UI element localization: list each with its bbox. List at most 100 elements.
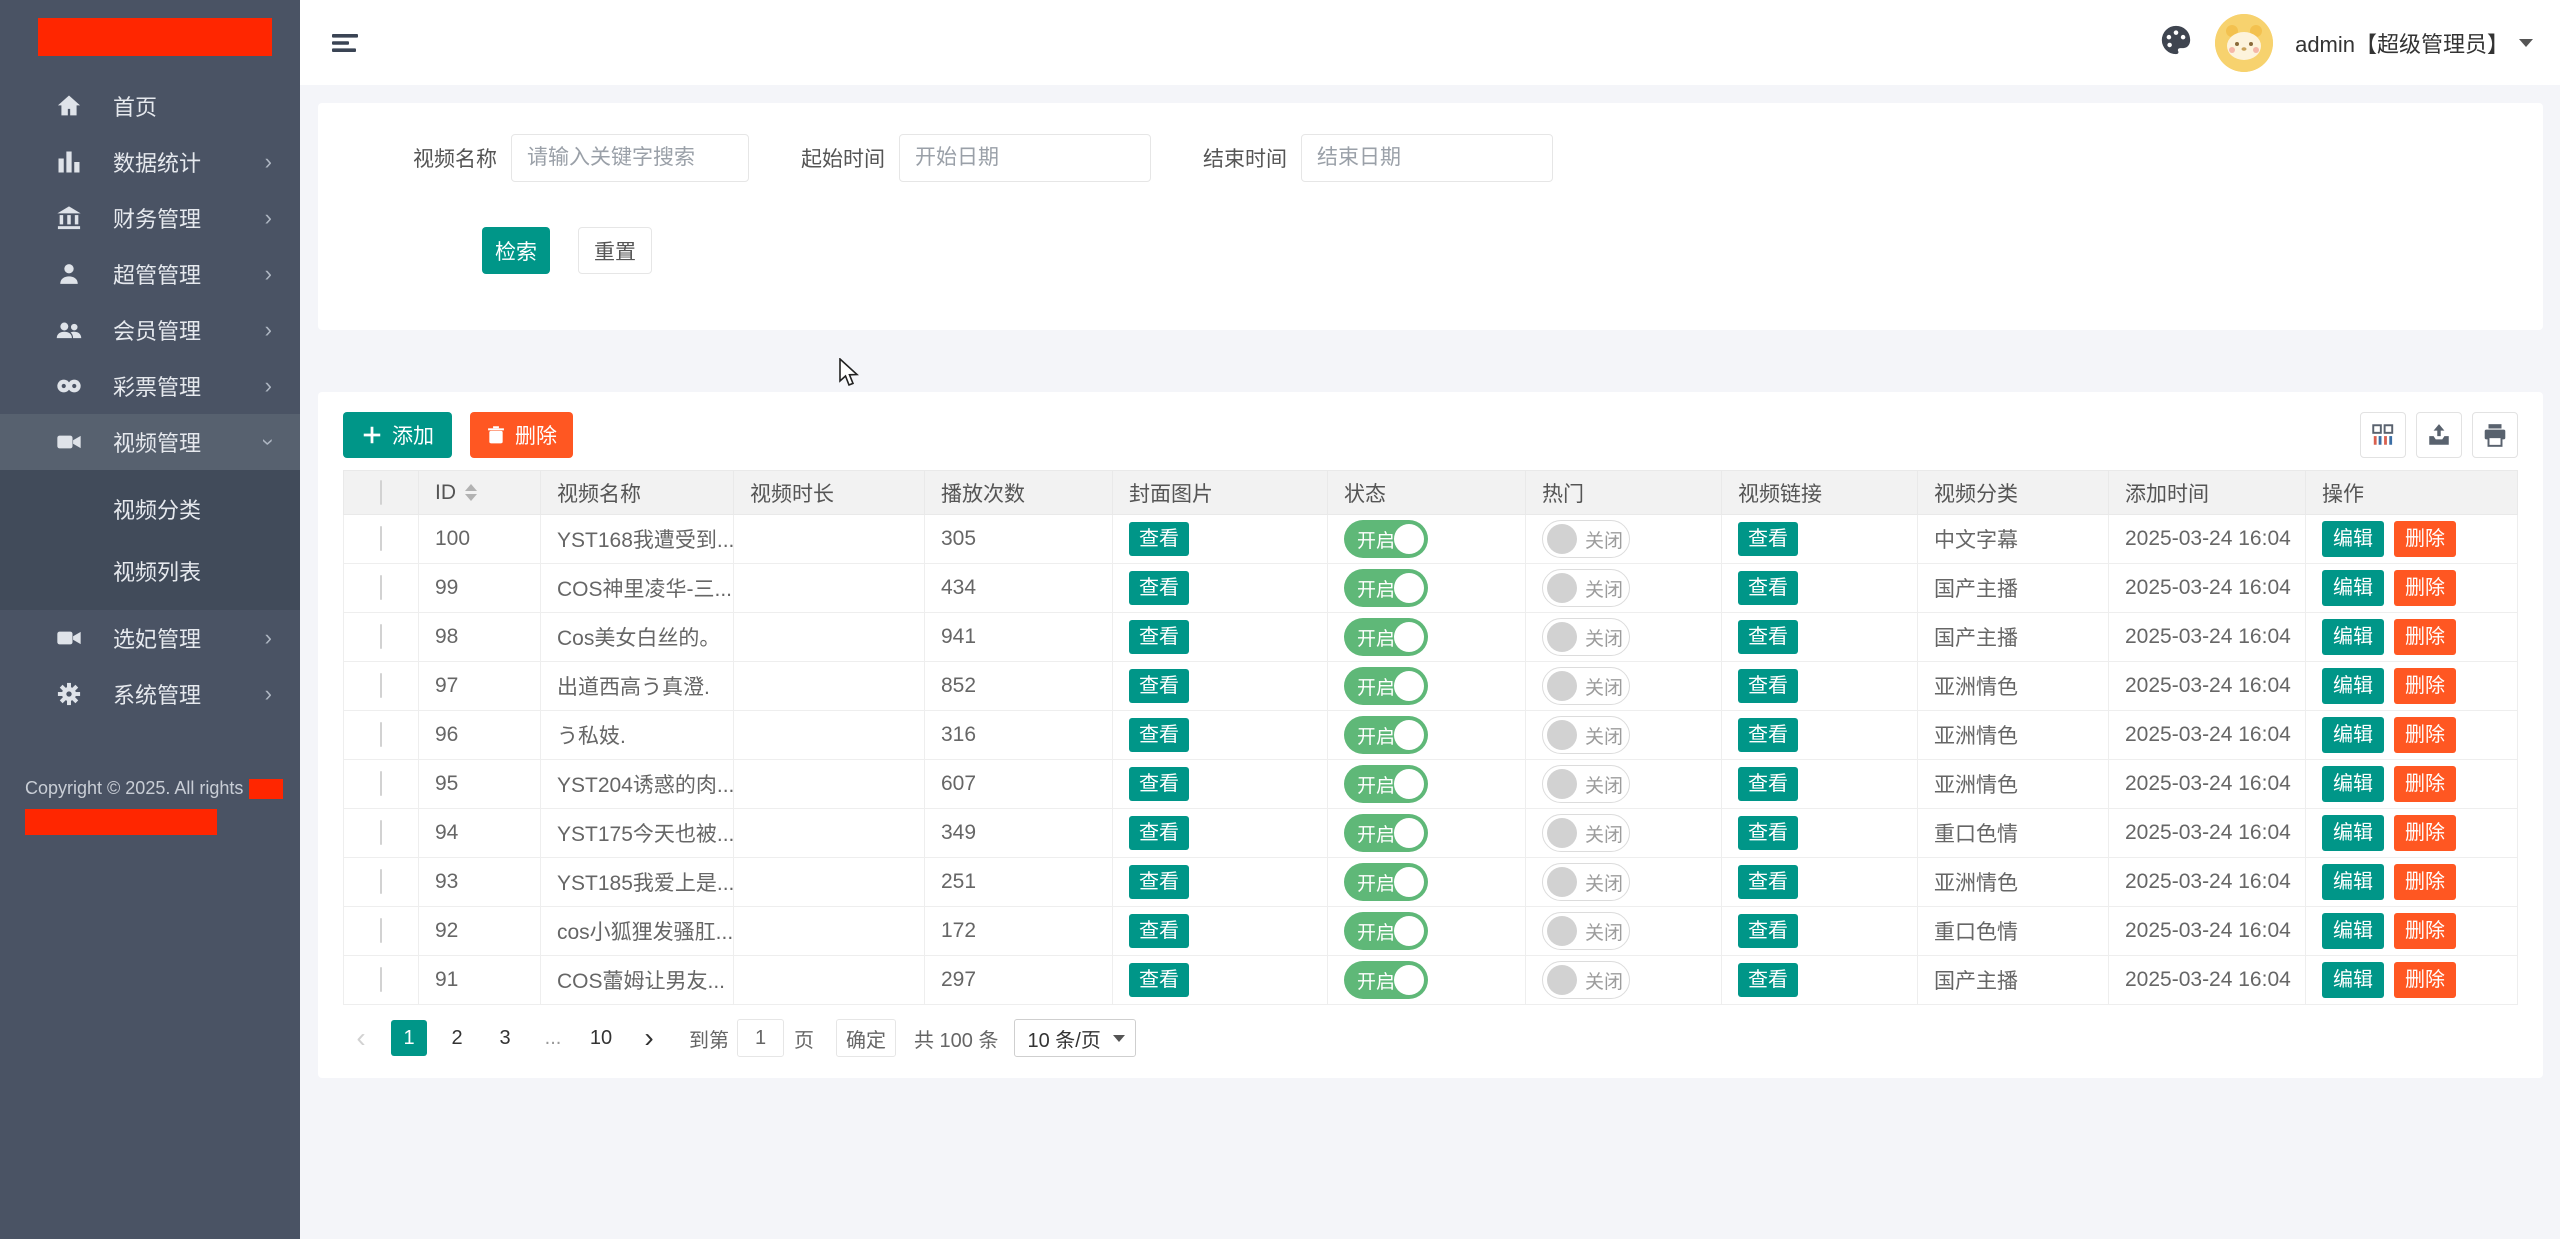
view-link-button[interactable]: 查看 [1738,571,1798,605]
delete-button[interactable]: 删除 [470,412,573,458]
hot-toggle-off[interactable]: 关闭 [1542,569,1630,607]
edit-button[interactable]: 编辑 [2322,913,2384,949]
view-cover-button[interactable]: 查看 [1129,571,1189,605]
row-checkbox[interactable] [380,918,382,943]
per-page-select[interactable]: 10 条/页 [1014,1019,1135,1057]
sidebar-item-superadmin[interactable]: 超管管理 › [0,246,300,302]
start-date-input[interactable] [899,134,1151,182]
prev-page-button[interactable]: ‹ [343,1020,379,1056]
view-cover-button[interactable]: 查看 [1129,865,1189,899]
edit-button[interactable]: 编辑 [2322,570,2384,606]
sidebar-item-stats[interactable]: 数据统计 › [0,134,300,190]
status-toggle-on[interactable]: 开启 [1344,863,1428,901]
view-cover-button[interactable]: 查看 [1129,522,1189,556]
hot-toggle-off[interactable]: 关闭 [1542,667,1630,705]
edit-button[interactable]: 编辑 [2322,962,2384,998]
hamburger-menu-icon[interactable] [330,28,364,58]
sidebar-item-finance[interactable]: 财务管理 › [0,190,300,246]
hot-toggle-off[interactable]: 关闭 [1542,716,1630,754]
edit-button[interactable]: 编辑 [2322,619,2384,655]
hot-toggle-off[interactable]: 关闭 [1542,912,1630,950]
add-button[interactable]: 添加 [343,412,452,458]
edit-button[interactable]: 编辑 [2322,766,2384,802]
hot-toggle-off[interactable]: 关闭 [1542,520,1630,558]
end-date-input[interactable] [1301,134,1553,182]
status-toggle-on[interactable]: 开启 [1344,912,1428,950]
view-cover-button[interactable]: 查看 [1129,718,1189,752]
row-delete-button[interactable]: 删除 [2394,570,2456,606]
status-toggle-on[interactable]: 开启 [1344,716,1428,754]
sidebar-item-xuanfei[interactable]: 选妃管理 › [0,610,300,666]
reset-button[interactable]: 重置 [578,227,652,274]
edit-button[interactable]: 编辑 [2322,717,2384,753]
row-checkbox[interactable] [380,673,382,698]
sidebar-item-system[interactable]: 系统管理 › [0,666,300,722]
goto-page-input[interactable] [737,1019,784,1057]
view-link-button[interactable]: 查看 [1738,669,1798,703]
video-name-input[interactable] [511,134,749,182]
status-toggle-on[interactable]: 开启 [1344,569,1428,607]
user-menu[interactable]: admin【超级管理员】 [2295,27,2533,59]
status-toggle-on[interactable]: 开启 [1344,961,1428,999]
sidebar-item-members[interactable]: 会员管理 › [0,302,300,358]
status-toggle-on[interactable]: 开启 [1344,618,1428,656]
view-cover-button[interactable]: 查看 [1129,963,1189,997]
theme-palette-icon[interactable] [2159,23,2193,63]
sidebar-item-video-list[interactable]: 视频列表 [0,540,300,602]
next-page-button[interactable]: › [631,1020,667,1056]
select-all-checkbox[interactable] [380,480,382,505]
edit-button[interactable]: 编辑 [2322,668,2384,704]
sidebar-item-lottery[interactable]: 彩票管理 › [0,358,300,414]
hot-toggle-off[interactable]: 关闭 [1542,765,1630,803]
print-button[interactable] [2472,412,2518,458]
status-toggle-on[interactable]: 开启 [1344,520,1428,558]
edit-button[interactable]: 编辑 [2322,521,2384,557]
sidebar-item-home[interactable]: 首页 [0,78,300,134]
row-delete-button[interactable]: 删除 [2394,913,2456,949]
export-button[interactable] [2416,412,2462,458]
view-link-button[interactable]: 查看 [1738,816,1798,850]
goto-confirm-button[interactable]: 确定 [836,1019,896,1057]
row-delete-button[interactable]: 删除 [2394,766,2456,802]
view-link-button[interactable]: 查看 [1738,620,1798,654]
row-checkbox[interactable] [380,820,382,845]
row-delete-button[interactable]: 删除 [2394,521,2456,557]
hot-toggle-off[interactable]: 关闭 [1542,618,1630,656]
row-delete-button[interactable]: 删除 [2394,815,2456,851]
edit-button[interactable]: 编辑 [2322,815,2384,851]
page-button-2[interactable]: 2 [439,1020,475,1056]
sidebar-item-video[interactable]: 视频管理 › [0,414,300,470]
search-button[interactable]: 检索 [482,227,550,274]
row-checkbox[interactable] [380,575,382,600]
hot-toggle-off[interactable]: 关闭 [1542,961,1630,999]
row-checkbox[interactable] [380,624,382,649]
view-cover-button[interactable]: 查看 [1129,767,1189,801]
status-toggle-on[interactable]: 开启 [1344,765,1428,803]
filter-columns-button[interactable] [2360,412,2406,458]
status-toggle-on[interactable]: 开启 [1344,667,1428,705]
view-link-button[interactable]: 查看 [1738,718,1798,752]
row-checkbox[interactable] [380,967,382,992]
view-link-button[interactable]: 查看 [1738,522,1798,556]
row-checkbox[interactable] [380,771,382,796]
edit-button[interactable]: 编辑 [2322,864,2384,900]
sidebar-item-video-category[interactable]: 视频分类 [0,478,300,540]
hot-toggle-off[interactable]: 关闭 [1542,814,1630,852]
view-cover-button[interactable]: 查看 [1129,914,1189,948]
row-delete-button[interactable]: 删除 [2394,668,2456,704]
avatar[interactable] [2215,14,2273,72]
view-link-button[interactable]: 查看 [1738,963,1798,997]
page-button-3[interactable]: 3 [487,1020,523,1056]
row-delete-button[interactable]: 删除 [2394,864,2456,900]
view-cover-button[interactable]: 查看 [1129,816,1189,850]
view-cover-button[interactable]: 查看 [1129,620,1189,654]
row-delete-button[interactable]: 删除 [2394,717,2456,753]
view-link-button[interactable]: 查看 [1738,914,1798,948]
page-button-1[interactable]: 1 [391,1020,427,1056]
row-checkbox[interactable] [380,526,382,551]
view-link-button[interactable]: 查看 [1738,865,1798,899]
view-link-button[interactable]: 查看 [1738,767,1798,801]
row-delete-button[interactable]: 删除 [2394,619,2456,655]
sort-icon[interactable] [465,484,477,501]
status-toggle-on[interactable]: 开启 [1344,814,1428,852]
